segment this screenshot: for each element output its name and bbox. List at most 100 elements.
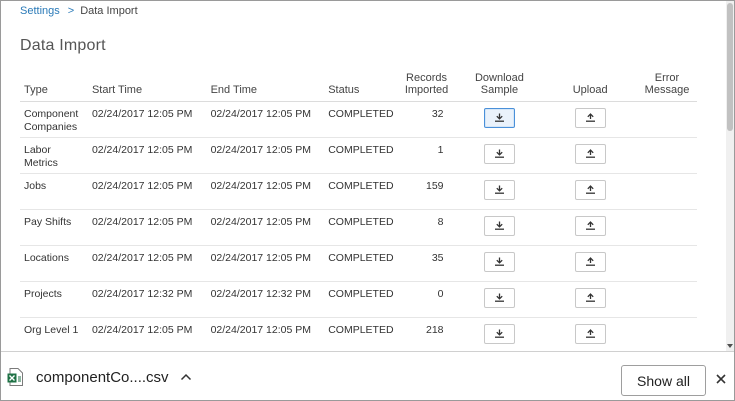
- cell-type: Jobs: [20, 173, 88, 210]
- cell-error-message: [636, 173, 697, 210]
- cell-status: COMPLETED: [324, 209, 398, 246]
- table-row: Component Companies 02/24/2017 12:05 PM 02/…: [20, 101, 697, 138]
- table-row: Jobs 02/24/2017 12:05 PM 02/24/2017 12:05 …: [20, 173, 697, 210]
- excel-file-icon: [7, 368, 23, 386]
- cell-end-time: 02/24/2017 12:05 PM: [206, 173, 325, 210]
- scrollbar-thumb[interactable]: [727, 3, 733, 131]
- cell-end-time: 02/24/2017 12:05 PM: [206, 101, 325, 138]
- upload-button[interactable]: [574, 143, 606, 164]
- cell-start-time: 02/24/2017 12:05 PM: [87, 137, 207, 174]
- cell-records-imported: 218: [397, 317, 456, 351]
- upload-button[interactable]: [574, 179, 606, 200]
- download-icon: [494, 221, 505, 230]
- data-import-table: Type Start Time End Time Status Records I…: [20, 63, 697, 351]
- download-sample-button[interactable]: [483, 323, 515, 344]
- download-sample-button[interactable]: [483, 251, 515, 272]
- cell-type: Pay Shifts: [20, 209, 88, 246]
- cell-download-sample: [455, 173, 544, 210]
- show-all-button[interactable]: Show all: [621, 365, 706, 396]
- table-row: Labor Metrics 02/24/2017 12:05 PM 02/24/201…: [20, 137, 697, 174]
- cell-end-time: 02/24/2017 12:05 PM: [206, 317, 325, 351]
- download-icon: [494, 113, 505, 122]
- cell-status: COMPLETED: [324, 281, 398, 318]
- download-sample-button[interactable]: [483, 215, 515, 236]
- vertical-scrollbar[interactable]: [726, 1, 734, 351]
- upload-button[interactable]: [574, 323, 606, 344]
- cell-end-time: 02/24/2017 12:05 PM: [206, 209, 325, 246]
- cell-download-sample: [455, 137, 544, 174]
- page-content: Settings > Data Import Data Import Type St…: [1, 1, 726, 351]
- cell-start-time: 02/24/2017 12:05 PM: [87, 317, 207, 351]
- cell-download-sample: [455, 101, 544, 138]
- cell-upload: [543, 209, 637, 246]
- cell-error-message: [636, 317, 697, 351]
- page-title: Data Import: [20, 37, 106, 54]
- header-records-imported: Records Imported: [397, 63, 456, 102]
- breadcrumb: Settings > Data Import: [20, 5, 138, 17]
- cell-start-time: 02/24/2017 12:05 PM: [87, 101, 207, 138]
- cell-start-time: 02/24/2017 12:32 PM: [87, 281, 207, 318]
- cell-status: COMPLETED: [324, 101, 398, 138]
- download-sample-button[interactable]: [483, 179, 515, 200]
- header-upload: Upload: [543, 63, 637, 102]
- cell-records-imported: 159: [397, 173, 456, 210]
- cell-download-sample: [455, 281, 544, 318]
- cell-type: Component Companies: [20, 101, 88, 138]
- cell-download-sample: [455, 317, 544, 351]
- cell-download-sample: [455, 245, 544, 282]
- upload-button[interactable]: [574, 287, 606, 308]
- header-status: Status: [324, 63, 398, 102]
- cell-start-time: 02/24/2017 12:05 PM: [87, 209, 207, 246]
- download-sample-button[interactable]: [483, 143, 515, 164]
- cell-records-imported: 0: [397, 281, 456, 318]
- cell-error-message: [636, 101, 697, 138]
- upload-button[interactable]: [574, 251, 606, 272]
- cell-start-time: 02/24/2017 12:05 PM: [87, 173, 207, 210]
- download-sample-button[interactable]: [483, 287, 515, 308]
- upload-button[interactable]: [574, 215, 606, 236]
- chevron-up-icon[interactable]: [179, 372, 193, 382]
- download-icon: [494, 329, 505, 338]
- cell-error-message: [636, 245, 697, 282]
- cell-records-imported: 35: [397, 245, 456, 282]
- cell-end-time: 02/24/2017 12:05 PM: [206, 137, 325, 174]
- table-row: Locations 02/24/2017 12:05 PM 02/24/2017 1…: [20, 245, 697, 282]
- header-download-sample: Download Sample: [455, 63, 544, 102]
- upload-icon: [585, 257, 596, 266]
- header-type: Type: [20, 63, 88, 102]
- breadcrumb-settings-link[interactable]: Settings: [20, 5, 60, 17]
- upload-icon: [585, 113, 596, 122]
- cell-status: COMPLETED: [324, 137, 398, 174]
- cell-status: COMPLETED: [324, 245, 398, 282]
- scroll-down-arrow-icon[interactable]: [726, 343, 734, 349]
- upload-icon: [585, 329, 596, 338]
- download-sample-button[interactable]: [483, 107, 515, 128]
- cell-error-message: [636, 281, 697, 318]
- cell-end-time: 02/24/2017 12:32 PM: [206, 281, 325, 318]
- cell-upload: [543, 281, 637, 318]
- upload-icon: [585, 221, 596, 230]
- cell-type: Labor Metrics: [20, 137, 88, 174]
- download-item[interactable]: componentCo....csv: [7, 364, 193, 390]
- download-icon: [494, 293, 505, 302]
- upload-button[interactable]: [574, 107, 606, 128]
- upload-icon: [585, 293, 596, 302]
- cell-error-message: [636, 209, 697, 246]
- cell-status: COMPLETED: [324, 173, 398, 210]
- cell-type: Locations: [20, 245, 88, 282]
- cell-upload: [543, 317, 637, 351]
- cell-error-message: [636, 137, 697, 174]
- download-icon: [494, 257, 505, 266]
- cell-upload: [543, 137, 637, 174]
- table-row: Pay Shifts 02/24/2017 12:05 PM 02/24/2017 …: [20, 209, 697, 246]
- cell-download-sample: [455, 209, 544, 246]
- upload-icon: [585, 185, 596, 194]
- cell-upload: [543, 173, 637, 210]
- cell-records-imported: 1: [397, 137, 456, 174]
- cell-upload: [543, 101, 637, 138]
- cell-status: COMPLETED: [324, 317, 398, 351]
- close-icon[interactable]: [714, 372, 728, 386]
- download-file-name[interactable]: componentCo....csv: [36, 369, 169, 386]
- cell-records-imported: 8: [397, 209, 456, 246]
- download-icon: [494, 185, 505, 194]
